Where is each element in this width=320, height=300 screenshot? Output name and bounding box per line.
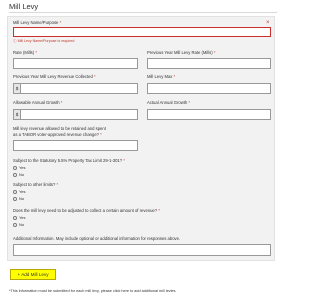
retained-select[interactable] <box>13 140 138 151</box>
name-label: Mill Levy Name/Purpose * <box>13 20 62 25</box>
prev-rate-input[interactable] <box>147 58 271 69</box>
radio-button[interactable] <box>13 215 17 220</box>
adjusted-yes-option[interactable]: Yes <box>13 215 26 220</box>
statutory-no-option[interactable]: No <box>13 172 24 177</box>
name-input[interactable] <box>13 27 271 37</box>
name-error: ⓘ Mill Levy Name/Purpose is required <box>13 39 75 43</box>
rate-input[interactable] <box>13 58 138 69</box>
radio-button[interactable] <box>13 222 17 227</box>
other-limits-no-option[interactable]: No <box>13 196 24 201</box>
mill-levy-panel <box>7 16 275 261</box>
title-divider <box>9 12 277 13</box>
radio-button[interactable] <box>13 165 17 170</box>
required-mark: * <box>59 20 62 25</box>
retained-label-line1: Mill levy revenue allowed to be retained… <box>13 126 106 131</box>
additional-info-input[interactable] <box>13 244 271 256</box>
actual-growth-label: Actual Annual Growth * <box>147 100 191 105</box>
footnote: *This information must be submitted for … <box>9 289 177 293</box>
prev-revenue-label: Previous Year Mill Levy Revenue Collecte… <box>13 74 96 79</box>
statutory-label: Subject to the Statutory 5.5% Property T… <box>13 158 125 163</box>
prev-revenue-input[interactable] <box>20 83 138 94</box>
adjusted-label: Does the mill levy need to be adjusted t… <box>13 208 160 213</box>
allowable-growth-label: Allowable Annual Growth * <box>13 100 63 105</box>
page-title: Mill Levy <box>9 2 39 11</box>
prev-rate-label: Previous Year Mill Levy Rate (Mills) * <box>147 50 216 55</box>
max-label: Mill Levy Max * <box>147 74 176 79</box>
other-limits-label: Subject to other limits? * <box>13 182 59 187</box>
allowable-growth-input[interactable] <box>20 109 138 120</box>
max-input[interactable] <box>147 83 271 94</box>
radio-button[interactable] <box>13 172 17 177</box>
actual-growth-input[interactable] <box>147 109 271 120</box>
add-mill-levy-button[interactable]: + Add Mill Levy <box>10 269 56 280</box>
additional-info-label: Additional Information. May include opti… <box>13 236 181 241</box>
retained-label-line2: as a TABOR voter-approved revenue change… <box>13 132 102 137</box>
other-limits-yes-option[interactable]: Yes <box>13 189 26 194</box>
error-icon: ⓘ <box>13 39 17 43</box>
adjusted-no-option[interactable]: No <box>13 222 24 227</box>
remove-mill-levy-icon[interactable]: × <box>266 20 270 26</box>
rate-label: Rate (Mills) * <box>13 50 37 55</box>
statutory-yes-option[interactable]: Yes <box>13 165 26 170</box>
radio-button[interactable] <box>13 196 17 201</box>
radio-button[interactable] <box>13 189 17 194</box>
